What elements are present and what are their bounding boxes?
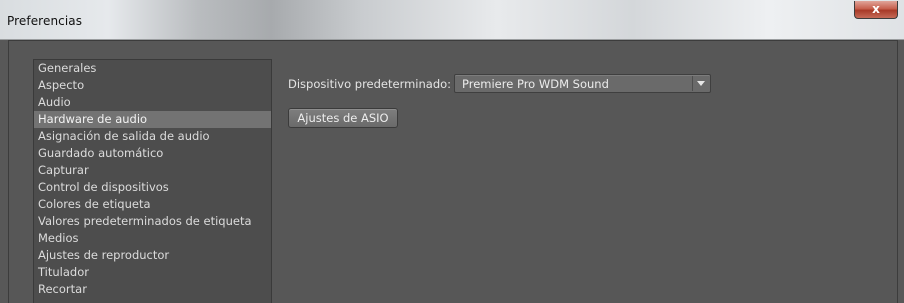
sidebar-item-audio[interactable]: Audio (34, 94, 271, 111)
default-device-label: Dispositivo predeterminado: (288, 77, 452, 91)
default-device-value: Premiere Pro WDM Sound (462, 77, 609, 91)
preferences-category-list[interactable]: Generales Aspecto Audio Hardware de audi… (33, 59, 272, 303)
sidebar-item-ajustes-de-reproductor[interactable]: Ajustes de reproductor (34, 247, 271, 264)
close-icon: x (872, 2, 880, 16)
chevron-down-icon[interactable] (692, 76, 709, 91)
close-button[interactable]: x (854, 1, 898, 19)
sidebar-item-medios[interactable]: Medios (34, 230, 271, 247)
sidebar-item-control-de-dispositivos[interactable]: Control de dispositivos (34, 179, 271, 196)
sidebar-item-generales[interactable]: Generales (34, 60, 271, 77)
sidebar-item-recortar[interactable]: Recortar (34, 281, 271, 298)
preferences-window: Preferencias x Generales Aspecto Audio H… (0, 0, 904, 303)
sidebar-item-colores-de-etiqueta[interactable]: Colores de etiqueta (34, 196, 271, 213)
sidebar-item-capturar[interactable]: Capturar (34, 162, 271, 179)
sidebar-item-guardado-automatico[interactable]: Guardado automático (34, 145, 271, 162)
sidebar-item-aspecto[interactable]: Aspecto (34, 77, 271, 94)
default-device-dropdown[interactable]: Premiere Pro WDM Sound (454, 74, 711, 93)
asio-settings-button[interactable]: Ajustes de ASIO (288, 108, 398, 128)
window-title: Preferencias (7, 14, 83, 28)
sidebar-item-valores-predeterminados-de-etiqueta[interactable]: Valores predeterminados de etiqueta (34, 213, 271, 230)
title-bar[interactable]: Preferencias x (0, 0, 904, 40)
sidebar-item-asignacion-salida-audio[interactable]: Asignación de salida de audio (34, 128, 271, 145)
sidebar-item-hardware-de-audio[interactable]: Hardware de audio (34, 111, 271, 128)
sidebar-item-titulador[interactable]: Titulador (34, 264, 271, 281)
